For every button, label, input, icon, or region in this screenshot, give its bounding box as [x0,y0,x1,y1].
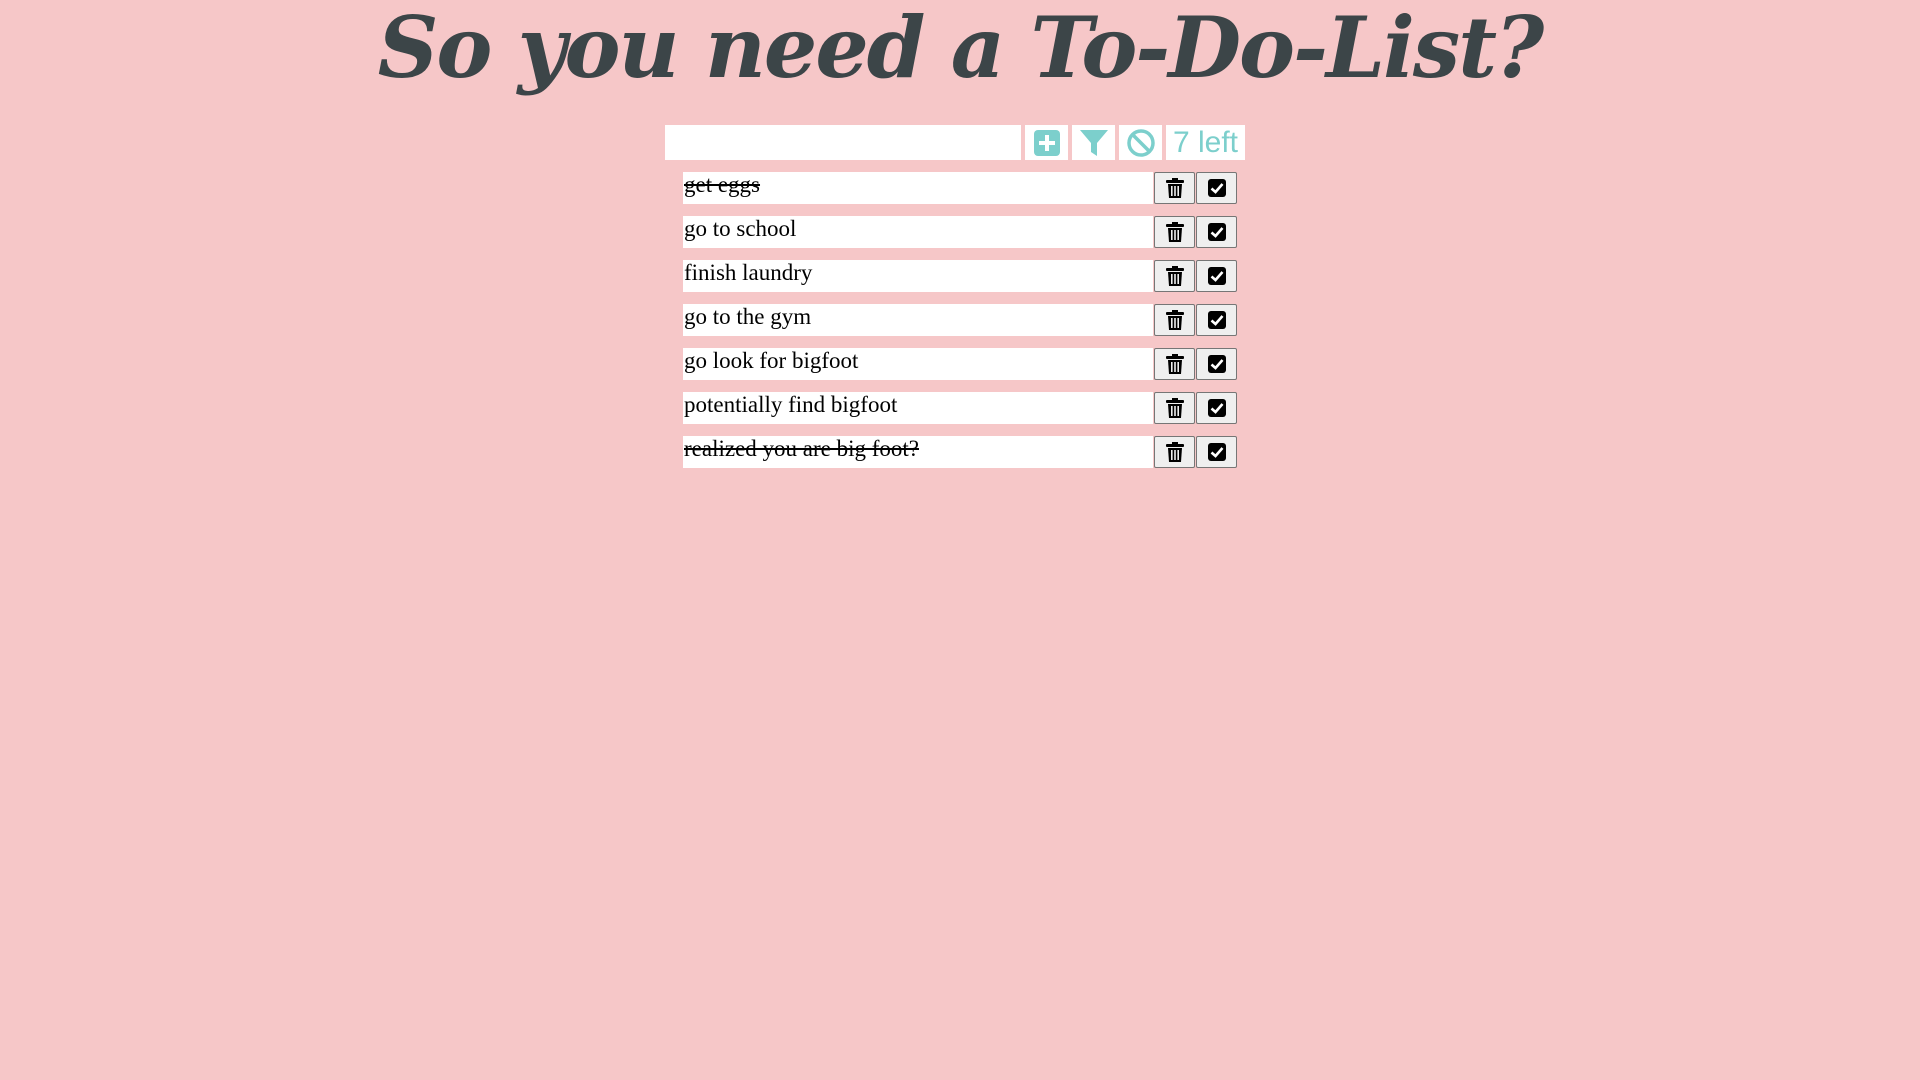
check-square-icon [1207,355,1226,373]
items-left-counter: 7 left [1166,125,1245,160]
complete-button[interactable] [1196,216,1237,248]
check-square-icon [1207,223,1226,241]
trash-icon [1165,178,1184,198]
complete-button[interactable] [1196,392,1237,424]
todo-item-text: go look for bigfoot [683,348,1153,380]
todo-list: get eggs go to school finish laundry go … [683,172,1237,480]
todo-item-text: go to school [683,216,1153,248]
trash-icon [1165,354,1184,374]
trash-icon [1165,398,1184,418]
toolbar: 7 left [665,125,1245,160]
delete-button[interactable] [1154,172,1195,204]
todo-item-text: finish laundry [683,260,1153,292]
delete-button[interactable] [1154,436,1195,468]
delete-button[interactable] [1154,304,1195,336]
todo-item-text: get eggs [683,172,1153,204]
filter-button[interactable] [1072,125,1115,160]
todo-item-text: realized you are big foot? [683,436,1153,468]
add-button[interactable] [1025,125,1068,160]
todo-item: potentially find bigfoot [683,392,1237,424]
todo-item: get eggs [683,172,1237,204]
check-square-icon [1207,311,1226,329]
complete-button[interactable] [1196,436,1237,468]
todo-item: go to the gym [683,304,1237,336]
complete-button[interactable] [1196,304,1237,336]
todo-item: go to school [683,216,1237,248]
check-square-icon [1207,443,1226,461]
plus-square-icon [1033,129,1060,156]
todo-item: finish laundry [683,260,1237,292]
clear-completed-button[interactable] [1119,125,1162,160]
todo-item: realized you are big foot? [683,436,1237,468]
filter-icon [1079,128,1109,158]
delete-button[interactable] [1154,392,1195,424]
trash-icon [1165,266,1184,286]
trash-icon [1165,222,1184,242]
todo-item-text: potentially find bigfoot [683,392,1153,424]
complete-button[interactable] [1196,348,1237,380]
check-square-icon [1207,179,1226,197]
check-square-icon [1207,399,1226,417]
check-square-icon [1207,267,1226,285]
complete-button[interactable] [1196,260,1237,292]
delete-button[interactable] [1154,216,1195,248]
todo-item: go look for bigfoot [683,348,1237,380]
trash-icon [1165,310,1184,330]
complete-button[interactable] [1196,172,1237,204]
delete-button[interactable] [1154,348,1195,380]
ban-icon [1126,128,1156,158]
trash-icon [1165,442,1184,462]
delete-button[interactable] [1154,260,1195,292]
todo-item-text: go to the gym [683,304,1153,336]
new-todo-input[interactable] [665,125,1021,160]
page-title: So you need a To-Do-List? [377,0,1544,97]
